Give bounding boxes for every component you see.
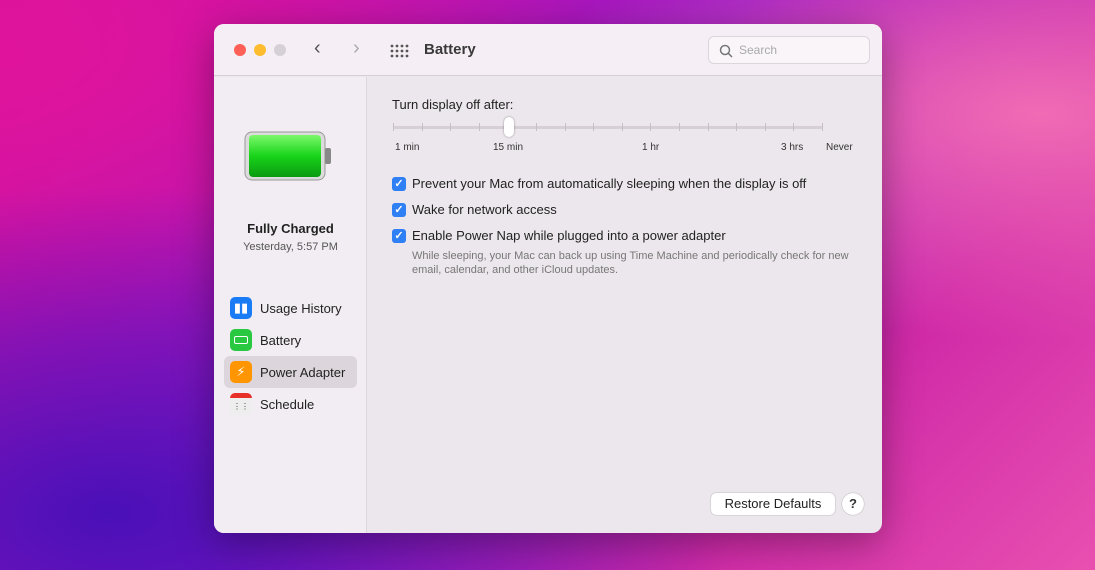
slider-tick [707, 123, 709, 131]
slider-tick [822, 123, 823, 131]
sidebar-item-label: Battery [260, 332, 302, 348]
sidebar-item-schedule[interactable]: ⋮⋮ Schedule [224, 388, 357, 420]
battery-status-title: Fully Charged [247, 221, 334, 236]
close-button[interactable] [234, 44, 246, 56]
sidebar-item-label: Usage History [260, 300, 342, 316]
zoom-button[interactable] [274, 44, 286, 56]
forward-icon[interactable]: › [353, 37, 360, 60]
tick-label: 1 hr [642, 142, 660, 153]
sidebar-item-battery[interactable]: Battery [224, 324, 357, 356]
grid-icon[interactable] [390, 41, 410, 64]
calendar-icon: ⋮⋮ [230, 393, 252, 415]
checkbox-label: Prevent your Mac from automatically slee… [412, 176, 807, 191]
search-placeholder: Search [739, 43, 778, 57]
power-nap-note: While sleeping, your Mac can back up usi… [412, 250, 849, 276]
prevent-sleep-checkbox[interactable]: ✓ Prevent your Mac from automatically sle… [392, 176, 806, 191]
window-title: Battery [424, 41, 476, 58]
chart-icon: ▮▮ [230, 297, 252, 319]
slider-tick [736, 123, 738, 131]
title-bar: ‹ › Battery Search [214, 24, 882, 76]
back-icon[interactable]: ‹ [314, 37, 321, 60]
slider-tick [621, 123, 623, 131]
bolt-icon: ⚡︎ [230, 361, 252, 383]
main-panel: Turn display off after: 1 min 15 min 1 h… [368, 77, 882, 533]
checkbox-label: Enable Power Nap while plugged into a po… [412, 228, 726, 243]
help-button[interactable]: ? [842, 493, 864, 515]
slider-tick [450, 123, 452, 131]
wake-network-checkbox[interactable]: ✓ Wake for network access [392, 202, 557, 217]
tick-label: 15 min [493, 142, 524, 153]
battery-status-time: Yesterday, 5:57 PM [243, 241, 338, 253]
restore-defaults-button[interactable]: Restore Defaults [711, 493, 835, 515]
search-input[interactable]: Search [708, 36, 870, 64]
slider-tick [650, 123, 652, 131]
sidebar-item-power-adapter[interactable]: ⚡︎ Power Adapter [224, 356, 357, 388]
checkmark-icon: ✓ [392, 202, 406, 217]
power-nap-checkbox[interactable]: ✓ Enable Power Nap while plugged into a p… [392, 228, 726, 243]
minimize-button[interactable] [254, 44, 266, 56]
slider-tick [393, 123, 394, 131]
slider-label: Turn display off after: [392, 97, 514, 112]
display-off-slider[interactable] [393, 123, 823, 131]
slider-tick [564, 123, 566, 131]
slider-tick [593, 123, 595, 131]
slider-thumb[interactable] [504, 117, 514, 137]
sidebar-item-usage-history[interactable]: ▮▮ Usage History [224, 292, 357, 324]
sidebar-item-label: Power Adapter [260, 364, 346, 380]
checkmark-icon: ✓ [392, 176, 406, 191]
sidebar-item-label: Schedule [260, 396, 315, 412]
slider-tick [679, 123, 680, 131]
preferences-window: ‹ › Battery Search Fully Charged Yesterd… [214, 24, 882, 533]
battery-icon [230, 329, 252, 351]
tick-label: Never [826, 142, 853, 153]
slider-tick [536, 123, 537, 131]
slider-tick [421, 123, 423, 131]
slider-tick [478, 123, 480, 131]
battery-large-icon [244, 131, 331, 181]
checkbox-label: Wake for network access [412, 202, 557, 217]
tick-label: 3 hrs [781, 142, 804, 153]
slider-tick [764, 123, 766, 131]
search-icon [719, 44, 733, 58]
slider-tick [793, 123, 795, 131]
sidebar: Fully Charged Yesterday, 5:57 PM ▮▮ Usag… [214, 77, 367, 533]
checkmark-icon: ✓ [392, 228, 406, 243]
tick-label: 1 min [395, 142, 420, 153]
